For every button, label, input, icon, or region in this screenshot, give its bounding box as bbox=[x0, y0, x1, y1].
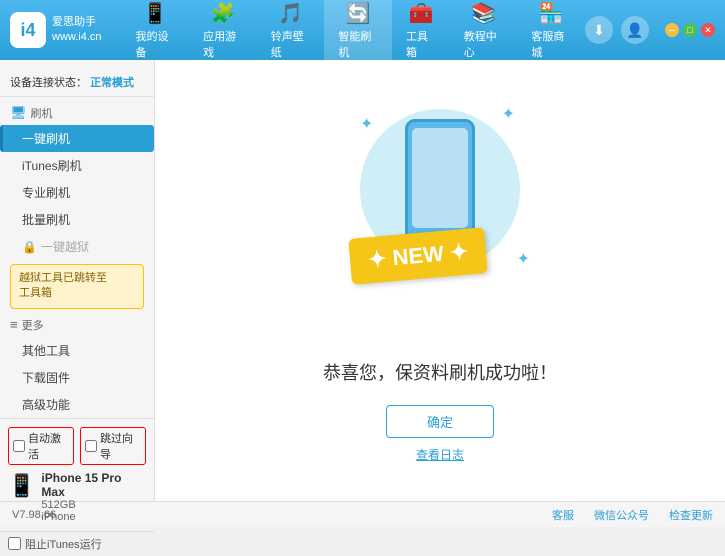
new-badge-text: ✦ bbox=[367, 245, 394, 272]
stop-itunes[interactable]: 阻止iTunes运行 bbox=[0, 531, 154, 556]
download-button[interactable]: ⬇ bbox=[585, 16, 613, 44]
sidebar-label-itunes: iTunes刷机 bbox=[22, 159, 82, 173]
sidebar-label-onekey: 一键刷机 bbox=[22, 132, 70, 146]
more-section-title: ≡ 更多 bbox=[0, 313, 154, 337]
sparkle-3: ✦ bbox=[517, 249, 530, 269]
flash-section-icon: 🖥 bbox=[10, 105, 27, 121]
sidebar-warning: 越狱工具已跳转至工具箱 bbox=[10, 264, 144, 309]
nav-actions: ⬇ 👤 ─ □ ✕ bbox=[585, 16, 715, 44]
window-controls: ─ □ ✕ bbox=[665, 23, 715, 37]
header: i4 爱思助手 www.i4.cn 📱 我的设备 🧩 应用游戏 🎵 铃声壁纸 🔄… bbox=[0, 0, 725, 60]
sidebar-label-advanced: 高级功能 bbox=[22, 398, 70, 412]
footer-version: V7.98.66 bbox=[12, 509, 56, 521]
stop-itunes-checkbox[interactable] bbox=[8, 537, 21, 550]
more-section-icon: ≡ bbox=[10, 317, 18, 332]
skip-guide-option[interactable]: 跳过向导 bbox=[80, 427, 146, 465]
new-badge: ✦ NEW ✦ bbox=[348, 227, 488, 285]
sparkle-1: ✦ bbox=[360, 114, 373, 134]
sidebar-label-other-tools: 其他工具 bbox=[22, 344, 70, 358]
sparkle-2: ✦ bbox=[502, 104, 515, 124]
sidebar-label-firmware: 下载固件 bbox=[22, 371, 70, 385]
nav-store[interactable]: 🏪 客服商城 bbox=[517, 0, 585, 66]
user-button[interactable]: 👤 bbox=[621, 16, 649, 44]
footer-wechat[interactable]: 微信公众号 bbox=[594, 507, 649, 523]
nav-label-ringtone: 铃声壁纸 bbox=[271, 28, 311, 60]
stop-itunes-label: 阻止iTunes运行 bbox=[25, 536, 102, 552]
tutorial-icon: 📚 bbox=[471, 1, 496, 26]
phone-icon: 📱 bbox=[8, 473, 35, 499]
logo-line1: 爱思助手 bbox=[52, 15, 102, 30]
sidebar-item-batch[interactable]: 批量刷机 bbox=[0, 206, 154, 233]
device-type: iPhone bbox=[41, 511, 146, 523]
new-badge-arrow: ✦ bbox=[443, 238, 470, 265]
nav-bar: 📱 我的设备 🧩 应用游戏 🎵 铃声壁纸 🔄 智能刷机 🧰 工具箱 📚 教程中心… bbox=[122, 0, 585, 66]
logo-line2: www.i4.cn bbox=[52, 30, 102, 45]
auto-activate-checkbox[interactable] bbox=[13, 440, 25, 452]
warning-text: 越狱工具已跳转至工具箱 bbox=[19, 272, 107, 299]
device-details: iPhone 15 Pro Max 512GB iPhone bbox=[41, 471, 146, 523]
main-layout: 设备连接状态： 正常模式 🖥 刷机 一键刷机 iTunes刷机 专业刷机 批量刷… bbox=[0, 60, 725, 501]
auto-activate-label: 自动激活 bbox=[28, 430, 69, 462]
content-area: ✦ NEW ✦ ✦ ✦ ✦ 恭喜您，保资料刷机成功啦！ 确定 查看日志 bbox=[155, 60, 725, 501]
skip-guide-label: 跳过向导 bbox=[100, 430, 141, 462]
status-label: 设备连接状态： bbox=[10, 77, 87, 89]
device-storage: 512GB bbox=[41, 499, 146, 511]
sidebar-item-firmware[interactable]: 下载固件 bbox=[0, 364, 154, 391]
sidebar-item-advanced[interactable]: 高级功能 bbox=[0, 391, 154, 418]
maximize-button[interactable]: □ bbox=[683, 23, 697, 37]
apps-icon: 🧩 bbox=[211, 1, 236, 26]
view-log-link[interactable]: 查看日志 bbox=[416, 446, 464, 463]
logo-icon: i4 bbox=[10, 12, 46, 48]
auto-activate-option[interactable]: 自动激活 bbox=[8, 427, 74, 465]
nav-label-apps: 应用游戏 bbox=[203, 28, 243, 60]
nav-label-tools: 工具箱 bbox=[406, 28, 436, 60]
store-icon: 🏪 bbox=[539, 1, 564, 26]
flash-section-label: 刷机 bbox=[31, 105, 53, 121]
nav-my-device[interactable]: 📱 我的设备 bbox=[122, 0, 190, 66]
disabled-jailbreak-label: 一键越狱 bbox=[41, 238, 89, 255]
logo-num: i4 bbox=[20, 20, 35, 41]
sidebar-item-onekey[interactable]: 一键刷机 bbox=[0, 125, 154, 152]
sidebar-item-other-tools[interactable]: 其他工具 bbox=[0, 337, 154, 364]
ringtone-icon: 🎵 bbox=[278, 1, 303, 26]
sidebar-label-batch: 批量刷机 bbox=[22, 213, 70, 227]
sidebar: 设备连接状态： 正常模式 🖥 刷机 一键刷机 iTunes刷机 专业刷机 批量刷… bbox=[0, 60, 155, 501]
sidebar-disabled-jailbreak: 🔒 一键越狱 bbox=[0, 233, 154, 260]
device-name: iPhone 15 Pro Max bbox=[41, 471, 146, 499]
flash-section-title: 🖥 刷机 bbox=[0, 101, 154, 125]
logo: i4 爱思助手 www.i4.cn bbox=[10, 12, 102, 48]
nav-tools[interactable]: 🧰 工具箱 bbox=[392, 0, 450, 66]
tools-icon: 🧰 bbox=[408, 1, 433, 26]
nav-flash[interactable]: 🔄 智能刷机 bbox=[324, 0, 392, 66]
status-value: 正常模式 bbox=[90, 77, 134, 89]
nav-label-device: 我的设备 bbox=[136, 28, 176, 60]
skip-guide-checkbox[interactable] bbox=[85, 440, 97, 452]
sidebar-item-pro[interactable]: 专业刷机 bbox=[0, 179, 154, 206]
nav-tutorial[interactable]: 📚 教程中心 bbox=[450, 0, 518, 66]
lock-icon: 🔒 bbox=[22, 240, 37, 254]
phone-illustration: ✦ NEW ✦ ✦ ✦ ✦ bbox=[330, 99, 550, 339]
flash-icon: 🔄 bbox=[346, 1, 371, 26]
nav-label-flash: 智能刷机 bbox=[338, 28, 378, 60]
logo-text: 爱思助手 www.i4.cn bbox=[52, 15, 102, 46]
phone-screen bbox=[412, 128, 468, 228]
nav-label-tutorial: 教程中心 bbox=[464, 28, 504, 60]
sidebar-status: 设备连接状态： 正常模式 bbox=[0, 68, 154, 97]
sidebar-item-itunes[interactable]: iTunes刷机 bbox=[0, 152, 154, 179]
minimize-button[interactable]: ─ bbox=[665, 23, 679, 37]
nav-apps[interactable]: 🧩 应用游戏 bbox=[189, 0, 257, 66]
sidebar-label-pro: 专业刷机 bbox=[22, 186, 70, 200]
device-icon: 📱 bbox=[143, 1, 168, 26]
nav-ringtone[interactable]: 🎵 铃声壁纸 bbox=[257, 0, 325, 66]
footer-check-update[interactable]: 检查更新 bbox=[669, 507, 713, 523]
footer-client[interactable]: 客服 bbox=[552, 507, 574, 523]
confirm-button[interactable]: 确定 bbox=[386, 405, 494, 438]
close-button[interactable]: ✕ bbox=[701, 23, 715, 37]
more-section-label: 更多 bbox=[22, 317, 44, 333]
success-text: 恭喜您，保资料刷机成功啦！ bbox=[323, 359, 557, 385]
nav-label-store: 客服商城 bbox=[531, 28, 571, 60]
auto-options: 自动激活 跳过向导 bbox=[8, 427, 146, 465]
